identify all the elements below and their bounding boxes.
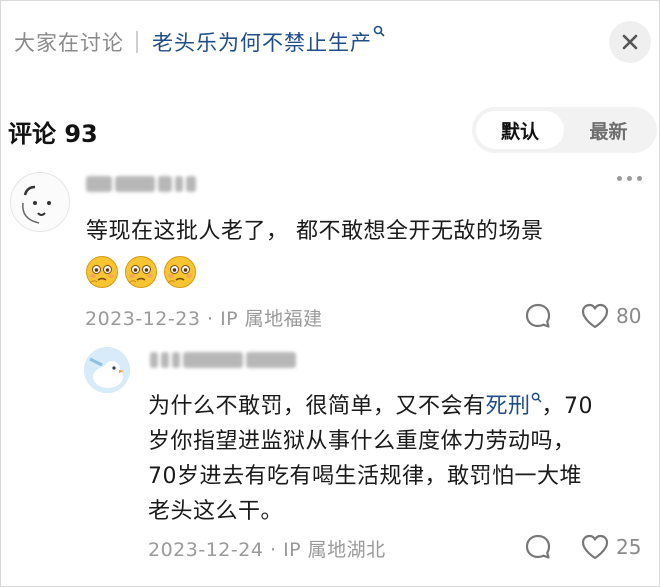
reply-date: 2023-12-24 [148,539,264,561]
reply-button[interactable] [524,533,552,561]
divider [136,31,138,53]
more-options-icon[interactable] [617,176,642,181]
sort-toggle: 默认 最新 [472,107,657,153]
like-button[interactable]: 80 [580,302,641,330]
comment-date: 2023-12-23 [85,308,201,330]
meta-separator: · [206,308,214,330]
comments-count-title: 评论 93 [8,120,98,148]
cartoon-face-icon [22,185,51,224]
discussion-bar: 大家在讨论 老头乐为何不禁止生产 [14,22,385,62]
like-button[interactable]: 25 [580,533,641,561]
reply-line-1: 为什么不敢罚，很简单，又不会有死刑 ，70 [148,389,593,424]
like-count: 25 [616,535,642,559]
reply-text-prefix: 为什么不敢罚，很简单，又不会有 [148,394,486,419]
heart-icon [581,303,609,329]
comment-meta: 2023-12-23 · IP 属地福建 [85,304,323,331]
topic-text: 老头乐为何不禁止生产 [152,31,372,55]
search-icon [373,25,385,37]
comment-location: IP 属地福建 [220,308,323,330]
reply-text-suffix: ，70 [541,394,594,419]
flushed-emoji-icon [86,256,118,288]
reply-meta: 2023-12-24 · IP 属地湖北 [148,535,386,562]
reply-line-2: 岁你指望进监狱从事什么重度体力劳动吗， [148,429,576,454]
comment-bubble-icon [525,303,551,328]
comment-bubble-icon [525,534,551,559]
reply-line-3: 70岁进去有吃有喝生活规律，敢罚怕一大堆 [148,464,582,489]
comment-text: 等现在这批人老了， 都不敢想全开无敌的场景 [86,219,544,244]
avatar[interactable] [84,347,130,393]
flushed-emoji-icon [125,256,157,288]
reply-line-4: 老头这么干。 [148,499,284,524]
sort-default-tab[interactable]: 默认 [476,111,564,149]
reply-button[interactable] [524,302,552,330]
heart-icon [581,534,609,560]
username-blurred[interactable] [86,175,196,193]
search-term-text: 死刑 [485,394,531,419]
username-blurred[interactable] [150,351,296,369]
close-button[interactable] [609,21,651,63]
bird-avatar-icon [84,347,130,393]
discussion-label: 大家在讨论 [14,31,124,55]
close-icon [622,34,638,50]
topic-link[interactable]: 老头乐为何不禁止生产 [152,25,385,57]
emoji-row [85,255,197,289]
sort-latest-tab[interactable]: 最新 [564,111,653,149]
avatar[interactable] [10,172,70,232]
reply-location: IP 属地湖北 [283,539,386,561]
meta-separator: · [269,539,277,561]
like-count: 80 [616,304,642,328]
reply-text: 为什么不敢罚，很简单，又不会有死刑 ，70 岁你指望进监狱从事什么重度体力劳动吗，… [148,389,593,529]
flushed-emoji-icon [164,256,196,288]
search-term-link[interactable]: 死刑 [485,392,542,419]
search-icon [531,392,541,403]
